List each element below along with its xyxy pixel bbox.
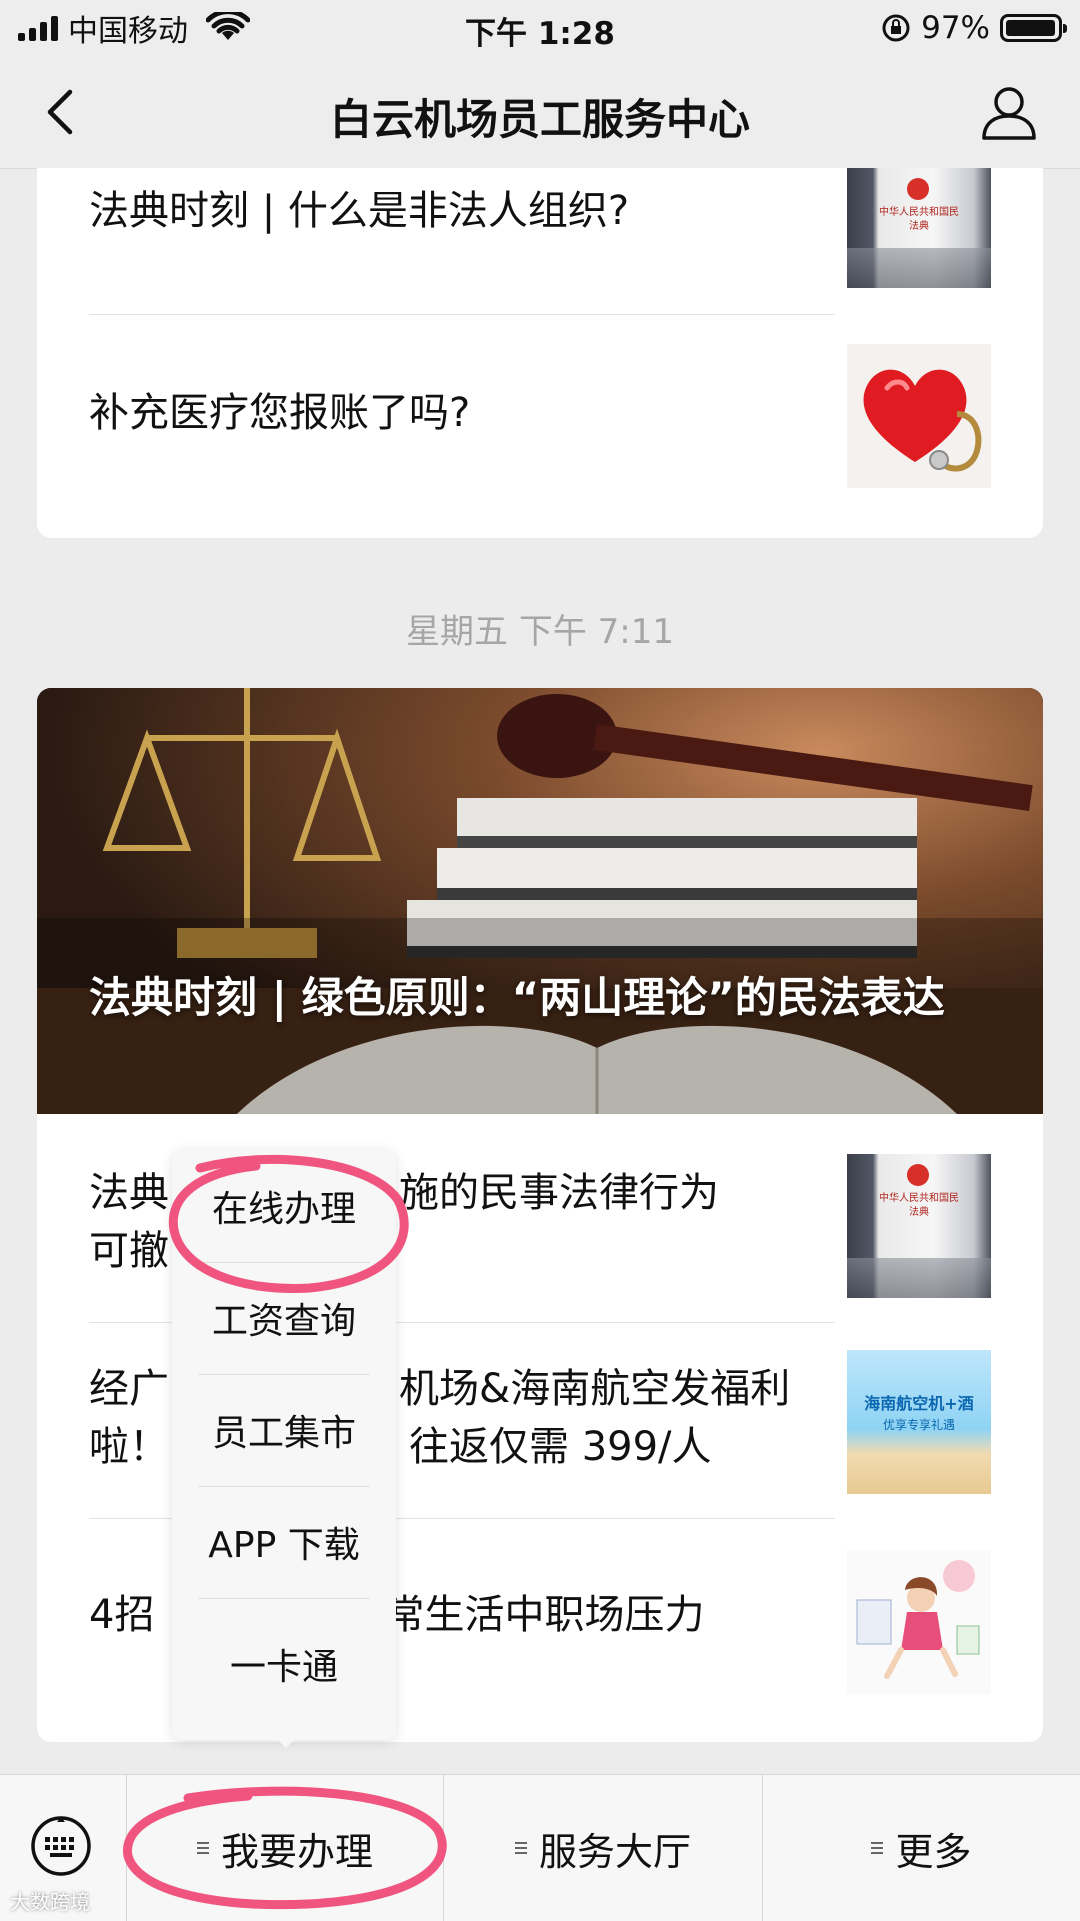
nav-bar: 白云机场员工服务中心 [0, 56, 1080, 169]
tab-label: 服务大厅 [538, 1829, 691, 1874]
thumbnail-text: 优享专享礼遇 [882, 1418, 955, 1432]
keyboard-icon [31, 1816, 91, 1876]
article-title-part: 机场&海南航空发福利 [399, 1366, 791, 1412]
hero-article[interactable]: 法典时刻 | 绿色原则：“两山理论”的民法表达 [37, 688, 1043, 1114]
menu-lines-icon [871, 1839, 884, 1857]
article-thumbnail[interactable]: 中华人民共和国民法典 [847, 1154, 991, 1298]
article-title-part: 4招 [89, 1592, 155, 1638]
article-title-part: 往返仅需 399/人 [409, 1424, 712, 1470]
article-title[interactable]: 补充医疗您报账了吗? [89, 384, 835, 442]
emblem-icon [907, 1164, 929, 1186]
menu-item-market[interactable]: 员工集市 [198, 1374, 370, 1486]
popup-arrow [272, 1734, 300, 1748]
tab-label: 更多 [895, 1829, 972, 1874]
rotation-lock-icon [882, 14, 910, 42]
article-item[interactable]: 补充医疗您报账了吗? [89, 384, 835, 442]
bottom-menu-bar: 我要办理 服务大厅 更多 [0, 1774, 1080, 1921]
watermark: 大数跨境 [10, 1890, 90, 1914]
status-right: 97% [881, 8, 1067, 48]
menu-item-card[interactable]: 一卡通 [198, 1598, 370, 1730]
stress-illustration-icon [856, 1560, 980, 1679]
battery-icon [1000, 14, 1067, 42]
user-icon[interactable] [978, 82, 1040, 142]
submenu-popup: 在线办理 工资查询 员工集市 APP 下载 一卡通 [172, 1150, 396, 1740]
hero-title[interactable]: 法典时刻 | 绿色原则：“两山理论”的民法表达 [89, 966, 969, 1030]
battery-fill [1006, 20, 1055, 36]
tab-handle[interactable]: 我要办理 [127, 1775, 444, 1921]
article-thumbnail[interactable]: 海南航空机+酒 优享专享礼遇 [847, 1350, 991, 1494]
status-bar: 中国移动 下午 1:28 97% [0, 0, 1080, 56]
article-thumbnail[interactable] [847, 344, 991, 488]
emblem-icon [907, 178, 929, 200]
menu-item-salary[interactable]: 工资查询 [198, 1262, 370, 1374]
tab-service-hall[interactable]: 服务大厅 [444, 1775, 763, 1921]
article-card-top: 法典时刻 | 什么是非法人组织? 中华人民共和国民法典 补充医疗您报账了吗? [37, 168, 1043, 538]
article-title-part: 啦！ [89, 1424, 169, 1470]
thumbnail-text: 中华人民共和国民法典 [879, 1193, 959, 1218]
article-title-part: 经广 [89, 1366, 169, 1412]
page-title: 白云机场员工服务中心 [329, 95, 750, 144]
menu-item-online[interactable]: 在线办理 [198, 1150, 370, 1262]
article-thumbnail[interactable] [847, 1550, 991, 1694]
divider [89, 314, 835, 315]
menu-lines-icon [196, 1839, 209, 1857]
article-title-part: 可撤 [89, 1228, 169, 1274]
heart-stethoscope-icon [863, 369, 982, 472]
thumbnail-text: 中华人民共和国民法典 [879, 207, 959, 232]
gavel-books-image [37, 688, 1043, 1114]
battery-percent: 97% [921, 10, 990, 46]
tab-more[interactable]: 更多 [763, 1775, 1080, 1921]
message-timestamp: 星期五 下午 7:11 [406, 612, 674, 652]
tab-label: 我要办理 [220, 1829, 373, 1874]
menu-lines-icon [514, 1839, 527, 1857]
article-title-part: 常生活中职场压力 [384, 1592, 705, 1638]
article-thumbnail[interactable]: 中华人民共和国民法典 [847, 168, 991, 288]
article-item[interactable]: 法典时刻 | 什么是非法人组织? [89, 182, 835, 240]
article-title[interactable]: 法典时刻 | 什么是非法人组织? [89, 182, 835, 240]
thumbnail-text: 海南航空机+酒 [864, 1394, 974, 1413]
article-title-part: 法典 [89, 1170, 169, 1216]
menu-item-app-download[interactable]: APP 下载 [198, 1486, 370, 1598]
